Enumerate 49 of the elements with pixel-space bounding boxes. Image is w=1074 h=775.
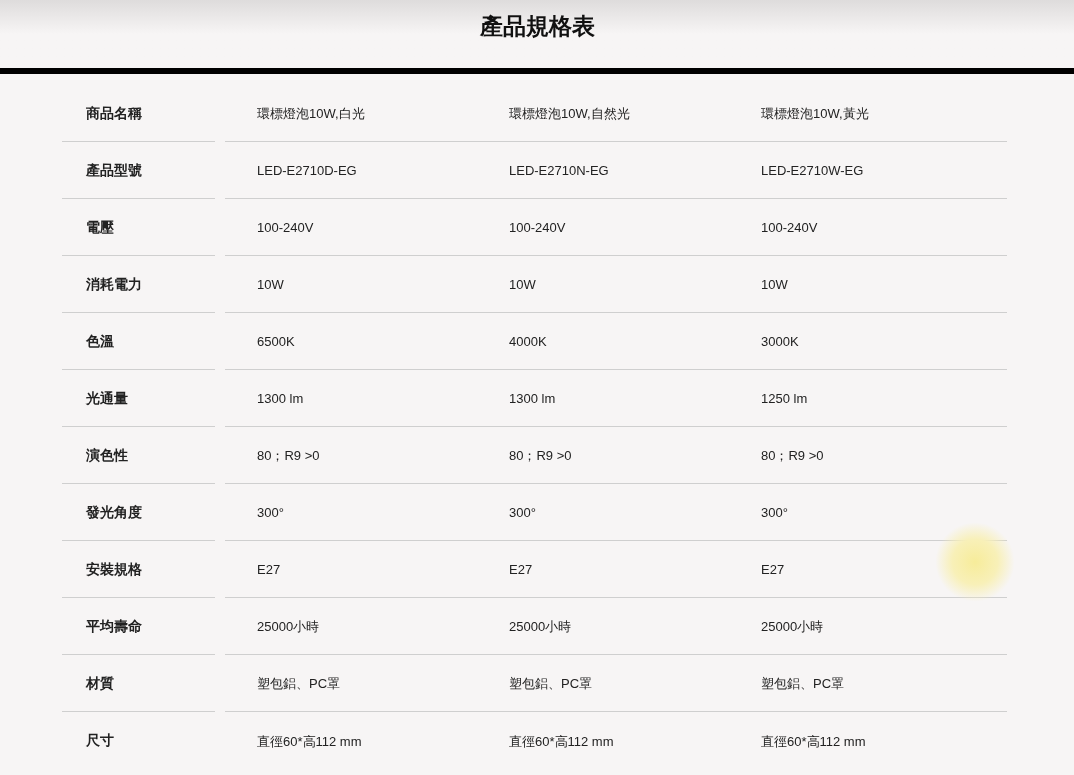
- row-label: 發光角度: [86, 502, 142, 522]
- page-title: 產品規格表: [479, 12, 595, 41]
- table-cell: 4000K: [509, 334, 547, 349]
- row-label: 電壓: [86, 217, 114, 237]
- table-cell: 300°: [257, 505, 284, 520]
- row-label: 色溫: [86, 331, 114, 351]
- row-label: 演色性: [86, 445, 128, 465]
- table-cell: 80；R9 >0: [761, 448, 824, 463]
- table-cell: 6500K: [257, 334, 295, 349]
- table-cell: 300°: [509, 505, 536, 520]
- table-cell: 100-240V: [761, 220, 818, 235]
- table-cell: LED-E2710D-EG: [257, 163, 357, 178]
- row-label: 產品型號: [86, 160, 142, 180]
- row-label: 材質: [86, 673, 114, 693]
- table-cell: 直徑60*高112 mm: [509, 733, 614, 749]
- table-cell: 環標燈泡10W,黃光: [761, 106, 869, 121]
- table-cell: LED-E2710W-EG: [761, 163, 864, 178]
- table-cell: LED-E2710N-EG: [509, 163, 609, 178]
- table-cell: 10W: [761, 277, 788, 292]
- row-label: 尺寸: [86, 731, 114, 750]
- row-label: 安裝規格: [86, 559, 142, 579]
- table-cell: 80；R9 >0: [509, 448, 572, 463]
- table-cell: 塑包鋁、PC罩: [509, 676, 593, 691]
- table-cell: 1300 lm: [509, 391, 556, 406]
- row-label: 平均壽命: [86, 616, 142, 636]
- table-cell: 直徑60*高112 mm: [761, 733, 866, 749]
- table-cell: 1300 lm: [257, 391, 304, 406]
- table-cell: 1250 lm: [761, 391, 808, 406]
- table-cell: 3000K: [761, 334, 799, 349]
- table-cell: 100-240V: [257, 220, 314, 235]
- table-cell: 80；R9 >0: [257, 448, 320, 463]
- table-cell: 25000小時: [257, 619, 320, 634]
- row-label: 商品名稱: [86, 103, 142, 123]
- table-cell: 塑包鋁、PC罩: [257, 676, 341, 691]
- row-label: 消耗電力: [86, 274, 142, 294]
- table-cell: 10W: [257, 277, 284, 292]
- table-cell: E27: [257, 562, 281, 577]
- table-cell: 10W: [509, 277, 536, 292]
- row-label: 光通量: [86, 388, 128, 408]
- table-cell: 塑包鋁、PC罩: [761, 676, 845, 691]
- table-cell: 300°: [761, 505, 788, 520]
- table-cell: 直徑60*高112 mm: [257, 733, 362, 749]
- table-cell: 25000小時: [761, 619, 824, 634]
- table-cell: E27: [761, 562, 785, 577]
- table-cell: 環標燈泡10W,白光: [257, 106, 365, 121]
- table-cell: 100-240V: [509, 220, 566, 235]
- table-cell: E27: [509, 562, 533, 577]
- table-cell: 環標燈泡10W,自然光: [509, 106, 630, 121]
- table-cell: 25000小時: [509, 619, 572, 634]
